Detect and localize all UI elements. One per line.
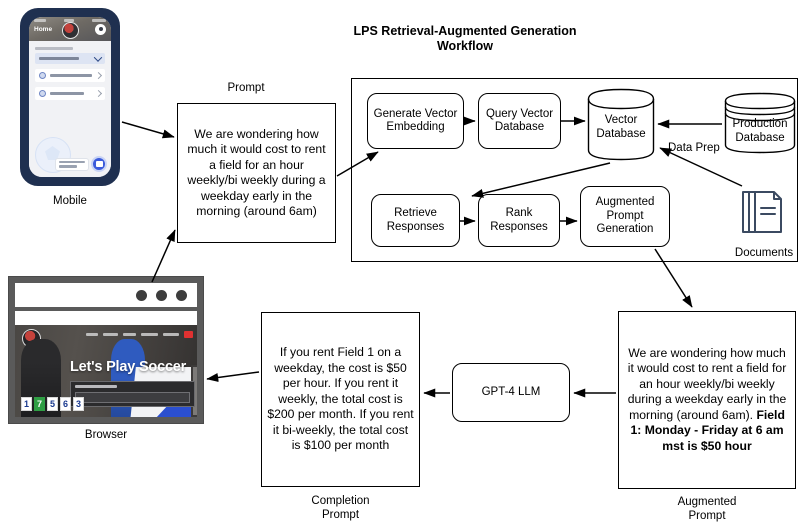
augmented-prompt-label-line1: Augmented [677, 496, 737, 508]
browser-toolbar [15, 283, 197, 307]
data-prep-label: Data Prep [668, 142, 720, 154]
stats-number-row: 1 7 5 6 3 [21, 397, 84, 411]
completion-prompt-label-line2: Prompt [321, 509, 360, 521]
completion-prompt-text: If you rent Field 1 on a weekday, the co… [267, 345, 414, 453]
browser-device-mockup: Let's Play Soccer 1 7 5 6 3 [8, 276, 204, 424]
augmented-prompt-label: Augmented Prompt [618, 495, 796, 523]
completion-prompt-label: Completion Prompt [261, 494, 420, 522]
node-augmented-prompt-generation: Augmented Prompt Generation [580, 186, 670, 247]
node-query-vector-database: Query Vector Database [478, 93, 561, 149]
mobile-content [29, 41, 111, 177]
nav-badge-icon[interactable] [184, 331, 193, 338]
completion-prompt-label-line1: Completion [311, 495, 370, 507]
chat-prompt-bubble [55, 157, 89, 171]
club-crest-icon [62, 22, 79, 39]
chat-button-icon[interactable] [91, 156, 107, 172]
augmented-prompt-text: We are wondering how much it would cost … [619, 340, 795, 461]
chevron-right-icon [94, 89, 103, 98]
stat-digit: 3 [73, 397, 84, 411]
node-vector-database: Vector Database [587, 88, 655, 161]
mobile-screen: Home [29, 17, 111, 177]
browser-caption: Browser [84, 429, 128, 441]
documents-icon [738, 188, 790, 240]
mobile-app-hero: Home [29, 17, 111, 41]
completion-prompt-box: If you rent Field 1 on a weekday, the co… [261, 312, 420, 487]
chevron-down-icon [93, 52, 103, 62]
stat-digit: 6 [60, 397, 71, 411]
team-select-dropdown[interactable] [35, 52, 105, 64]
node-generate-vector-embedding: Generate Vector Embedding [367, 93, 464, 149]
chevron-right-icon [95, 72, 103, 79]
site-headline: Let's Play Soccer [70, 359, 187, 375]
section-label [35, 47, 73, 50]
list-item[interactable] [35, 69, 105, 82]
node-vector-database-label: Vector Database [596, 114, 646, 140]
account-avatar[interactable] [95, 24, 106, 35]
window-dot-icon[interactable] [136, 289, 147, 301]
augmented-prompt-box: We are wondering how much it would cost … [618, 311, 796, 489]
site-nav[interactable] [86, 331, 197, 338]
node-production-database-label: Production Database [732, 118, 788, 144]
mobile-device-mockup: Home [20, 8, 120, 186]
prompt-text: We are wondering how much it would cost … [187, 126, 326, 219]
window-dot-icon[interactable] [156, 289, 167, 301]
mobile-caption: Mobile [53, 195, 87, 207]
node-gpt4-llm: GPT-4 LLM [452, 363, 570, 422]
prompt-label: Prompt [227, 82, 265, 94]
clock-icon [39, 90, 46, 97]
page-title: LPS Retrieval-Augmented Generation Workf… [353, 24, 577, 53]
stat-digit: 7 [34, 397, 45, 411]
calendar-icon [39, 72, 46, 79]
prompt-box: We are wondering how much it would cost … [177, 103, 336, 243]
node-retrieve-responses: Retrieve Responses [371, 194, 460, 247]
list-item[interactable] [35, 87, 105, 100]
browser-viewport: Let's Play Soccer 1 7 5 6 3 [15, 311, 197, 417]
chat-widget[interactable] [55, 156, 107, 172]
mobile-header-title: Home [34, 26, 53, 33]
window-dot-icon[interactable] [176, 289, 187, 301]
website-hero-banner: Let's Play Soccer 1 7 5 6 3 [15, 325, 197, 417]
field-search-input[interactable] [75, 392, 190, 403]
stat-digit: 5 [47, 397, 58, 411]
field-search-panel[interactable] [70, 381, 195, 407]
documents-label: Documents [734, 247, 794, 259]
augmented-prompt-label-line2: Prompt [688, 510, 726, 522]
node-rank-responses: Rank Responses [478, 194, 560, 247]
stat-digit: 1 [21, 397, 32, 411]
